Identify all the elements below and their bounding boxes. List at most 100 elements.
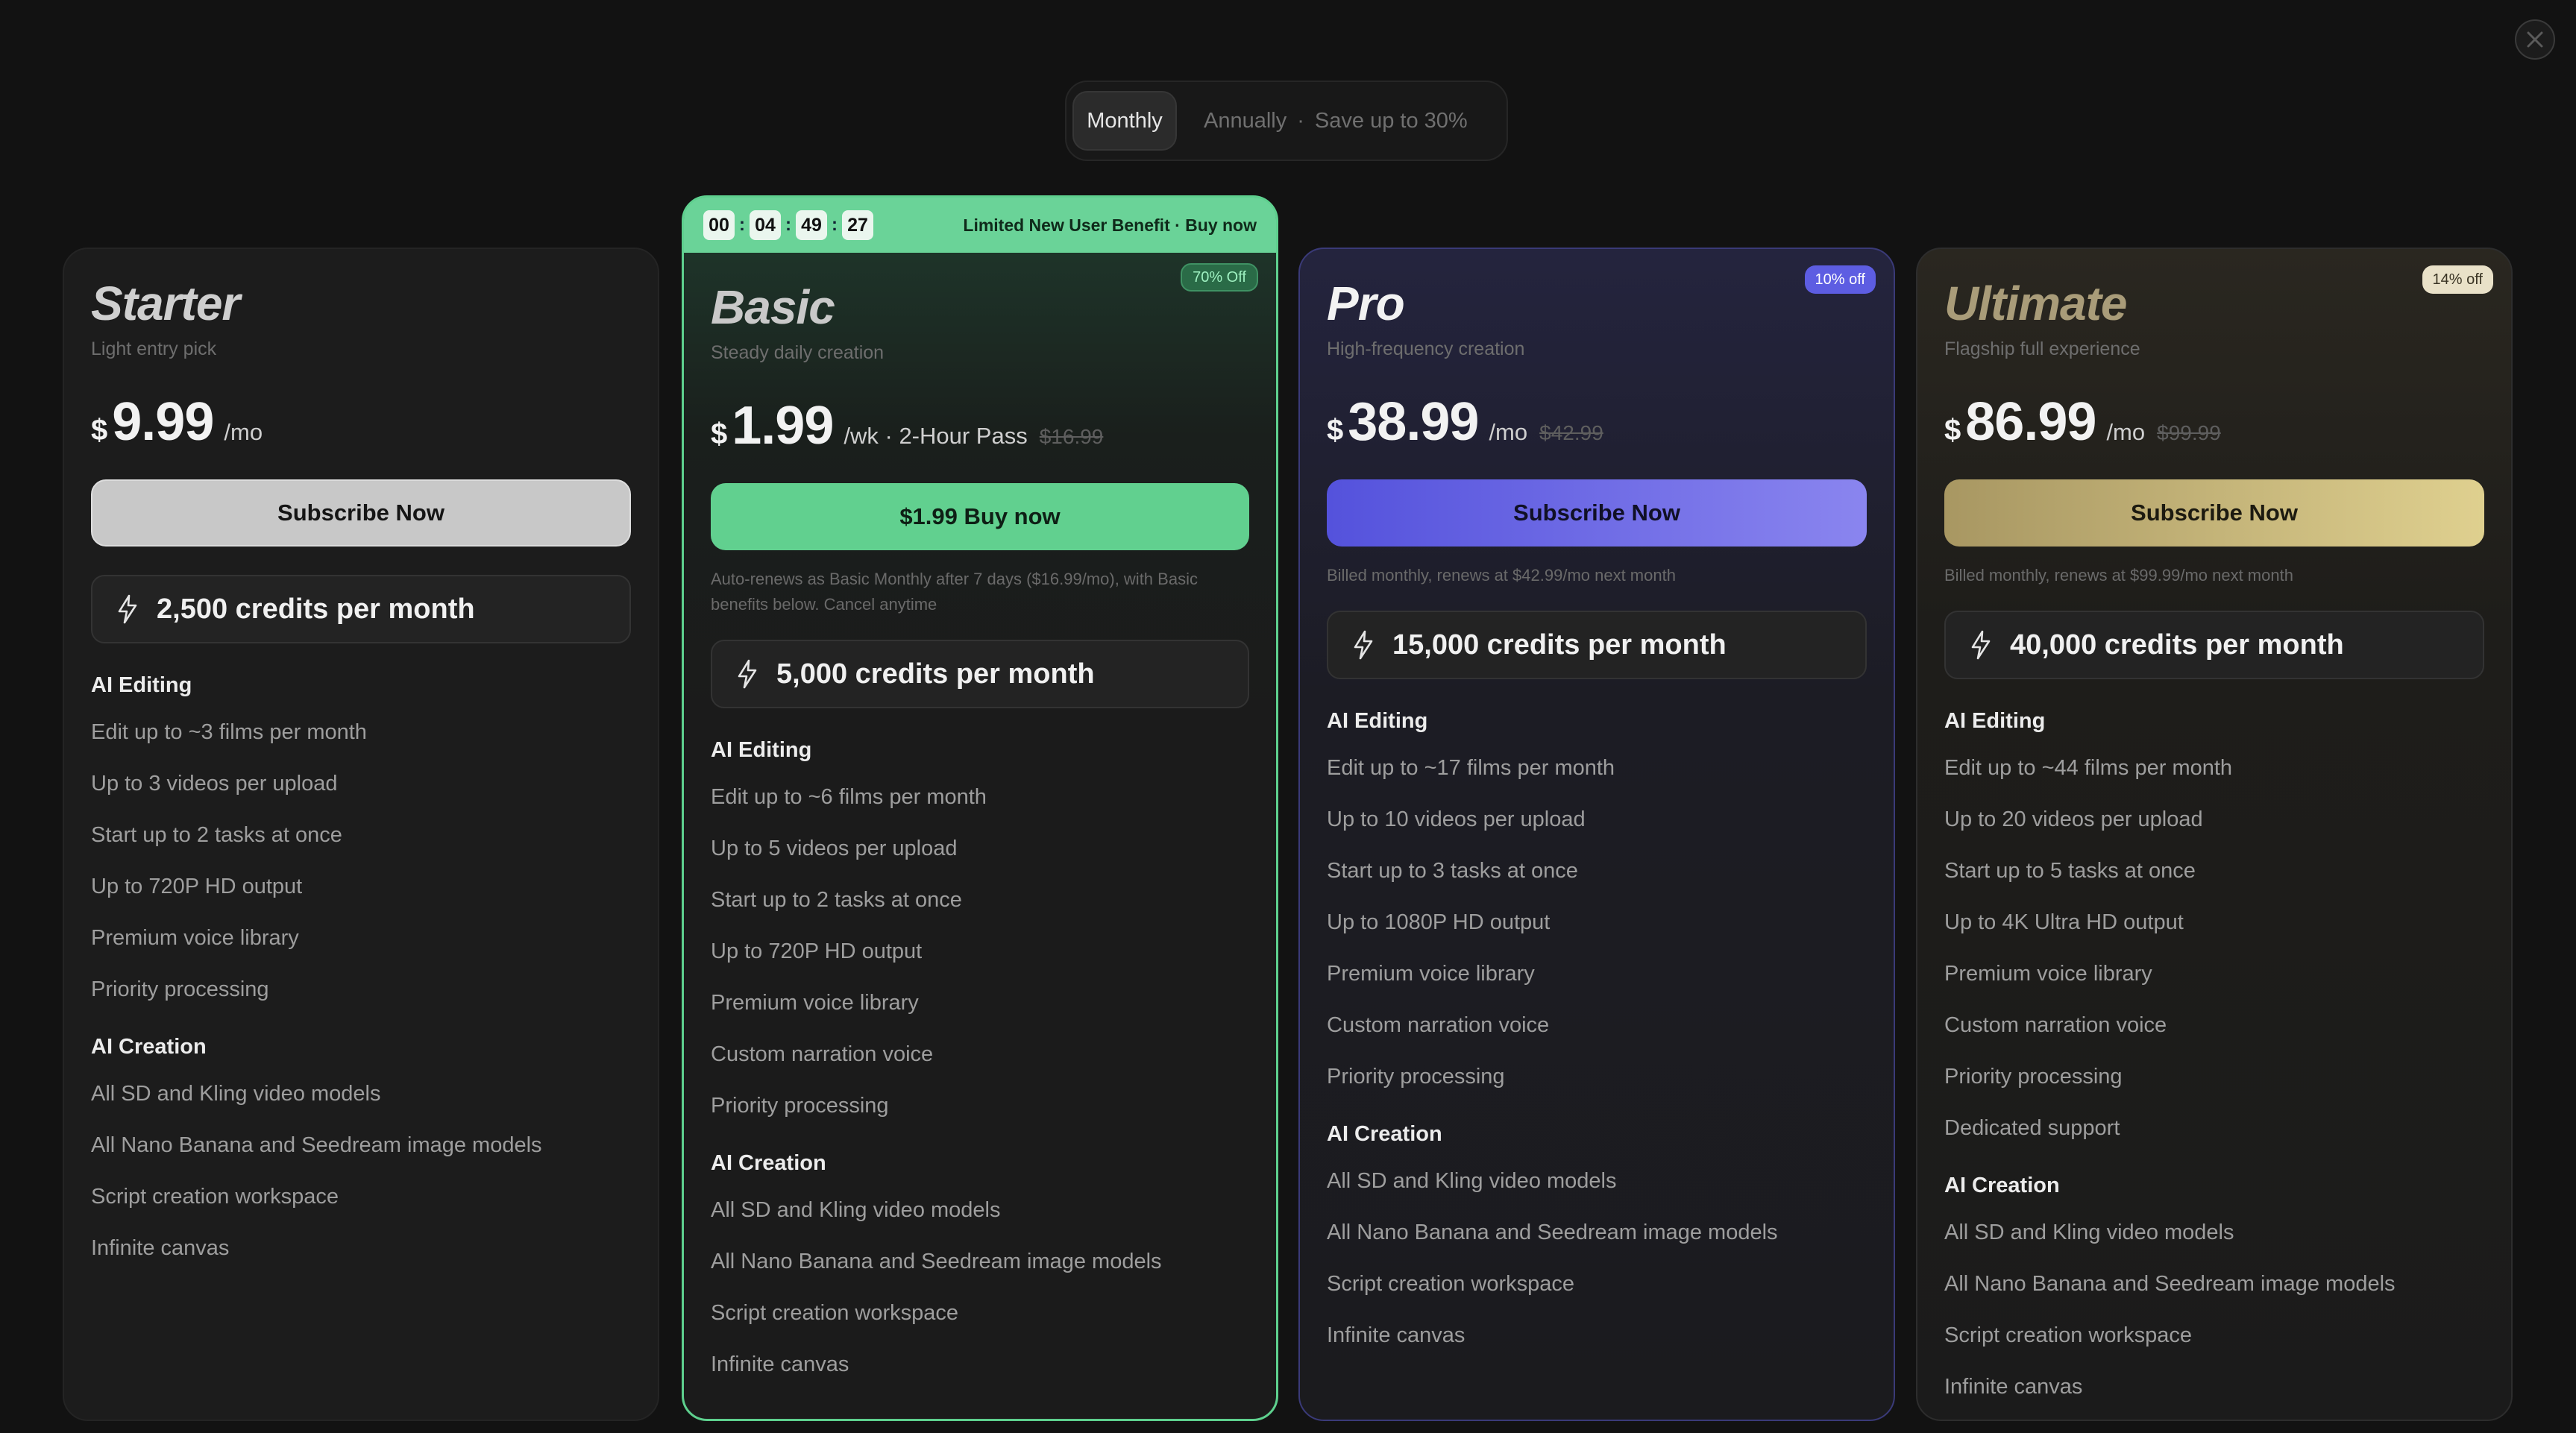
price-row: $ 86.99 /mo $99.99 bbox=[1944, 391, 2484, 453]
timer-separator: : bbox=[739, 215, 745, 235]
price-amount: 1.99 bbox=[732, 396, 834, 456]
feature-item: Priority processing bbox=[1327, 1065, 1505, 1089]
feature-item: Edit up to ~3 films per month bbox=[91, 720, 367, 744]
credits-label: 5,000 credits per month bbox=[776, 658, 1095, 690]
currency-symbol: $ bbox=[91, 414, 108, 447]
plan-subtitle: Steady daily creation bbox=[711, 342, 885, 363]
feature-item: All SD and Kling video models bbox=[91, 1082, 381, 1106]
feature-item: Infinite canvas bbox=[91, 1236, 230, 1260]
feature-item: Edit up to ~6 films per month bbox=[711, 785, 987, 809]
promo-banner[interactable]: 00 : 04 : 49 : 27 Limited New User Benef… bbox=[684, 198, 1276, 253]
subscribe-button[interactable]: Subscribe Now bbox=[1944, 479, 2484, 547]
feature-item: Infinite canvas bbox=[1944, 1375, 2083, 1399]
feature-item: Infinite canvas bbox=[1327, 1323, 1466, 1347]
price-period: /wk · 2-Hour Pass bbox=[844, 423, 1028, 449]
save-label: Save up to 30% bbox=[1314, 108, 1468, 133]
price-row: $ 38.99 /mo $42.99 bbox=[1327, 391, 1867, 453]
subscribe-button[interactable]: Subscribe Now bbox=[1327, 479, 1867, 547]
feature-item: Start up to 5 tasks at once bbox=[1944, 859, 2196, 883]
price-amount: 38.99 bbox=[1348, 392, 1479, 452]
currency-symbol: $ bbox=[1944, 414, 1961, 447]
countdown-timer: 00 : 04 : 49 : 27 bbox=[703, 210, 873, 240]
currency-symbol: $ bbox=[711, 418, 728, 450]
lightning-icon bbox=[1971, 630, 1991, 660]
renewal-note: Billed monthly, renews at $42.99/mo next… bbox=[1327, 566, 1676, 585]
plan-name: Basic bbox=[711, 280, 835, 334]
feature-item: Premium voice library bbox=[1944, 962, 2152, 986]
section-heading-ai-editing: AI Editing bbox=[91, 673, 192, 697]
plan-name: Ultimate bbox=[1944, 277, 2128, 330]
price-amount: 9.99 bbox=[112, 392, 214, 452]
feature-item: Premium voice library bbox=[711, 991, 919, 1015]
plan-card-starter: Starter Light entry pick $ 9.99 /mo Subs… bbox=[63, 248, 659, 1421]
pricing-modal: Monthly Annually · Save up to 30% Starte… bbox=[0, 0, 2576, 1433]
feature-item: All Nano Banana and Seedream image model… bbox=[711, 1250, 1162, 1273]
annually-tab[interactable]: Annually · Save up to 30% bbox=[1204, 109, 1468, 133]
timer-days: 00 bbox=[703, 210, 735, 240]
credits-box: 15,000 credits per month bbox=[1327, 611, 1867, 679]
feature-item: Up to 1080P HD output bbox=[1327, 910, 1551, 934]
billing-toggle: Monthly Annually · Save up to 30% bbox=[1065, 81, 1508, 161]
feature-item: Premium voice library bbox=[91, 926, 299, 950]
subscribe-button[interactable]: Subscribe Now bbox=[91, 479, 631, 547]
credits-box: 2,500 credits per month bbox=[91, 575, 631, 643]
plan-name: Pro bbox=[1327, 277, 1405, 330]
section-heading-ai-creation: AI Creation bbox=[711, 1151, 826, 1175]
plan-subtitle: Flagship full experience bbox=[1944, 338, 2140, 359]
plan-name: Starter bbox=[91, 277, 240, 330]
feature-item: Up to 3 videos per upload bbox=[91, 772, 338, 796]
plan-subtitle: High-frequency creation bbox=[1327, 338, 1525, 359]
feature-item: Start up to 2 tasks at once bbox=[711, 888, 962, 912]
timer-minutes: 49 bbox=[796, 210, 827, 240]
feature-item: Custom narration voice bbox=[1327, 1013, 1550, 1037]
feature-item: Priority processing bbox=[711, 1094, 889, 1118]
section-heading-ai-creation: AI Creation bbox=[1944, 1174, 2060, 1197]
feature-item: Start up to 3 tasks at once bbox=[1327, 859, 1578, 883]
feature-item: Up to 720P HD output bbox=[711, 939, 923, 963]
price-period: /mo bbox=[224, 419, 263, 445]
feature-item: Up to 20 videos per upload bbox=[1944, 807, 2203, 831]
original-price: $99.99 bbox=[2157, 421, 2221, 444]
plan-card-ultimate: 14% off Ultimate Flagship full experienc… bbox=[1916, 248, 2513, 1421]
feature-item: Edit up to ~44 films per month bbox=[1944, 756, 2233, 780]
feature-item: All Nano Banana and Seedream image model… bbox=[1944, 1272, 2396, 1296]
lightning-icon bbox=[118, 594, 137, 624]
feature-item: Script creation workspace bbox=[1944, 1323, 2193, 1347]
feature-item: Dedicated support bbox=[1944, 1116, 2120, 1140]
buy-now-button[interactable]: $1.99 Buy now bbox=[711, 483, 1249, 550]
timer-hours: 04 bbox=[750, 210, 781, 240]
feature-item: Up to 5 videos per upload bbox=[711, 837, 958, 860]
feature-item: Up to 720P HD output bbox=[91, 875, 303, 898]
feature-item: All SD and Kling video models bbox=[1327, 1169, 1617, 1193]
price-row: $ 9.99 /mo bbox=[91, 391, 631, 453]
feature-item: Priority processing bbox=[1944, 1065, 2123, 1089]
promo-text[interactable]: Limited New User Benefit · Buy now bbox=[963, 215, 1257, 236]
price-period: /mo bbox=[2106, 419, 2146, 445]
annually-label: Annually bbox=[1204, 108, 1287, 133]
timer-separator: : bbox=[832, 215, 838, 235]
section-heading-ai-editing: AI Editing bbox=[1944, 709, 2046, 733]
currency-symbol: $ bbox=[1327, 414, 1344, 447]
feature-item: Infinite canvas bbox=[711, 1352, 849, 1376]
plan-card-basic: 00 : 04 : 49 : 27 Limited New User Benef… bbox=[682, 195, 1278, 1421]
credits-label: 2,500 credits per month bbox=[157, 593, 475, 625]
discount-badge: 10% off bbox=[1804, 265, 1876, 294]
monthly-tab[interactable]: Monthly bbox=[1072, 91, 1177, 151]
renewal-note: Billed monthly, renews at $99.99/mo next… bbox=[1944, 566, 2293, 585]
section-heading-ai-editing: AI Editing bbox=[1327, 709, 1428, 733]
lightning-icon bbox=[738, 659, 757, 689]
feature-item: Premium voice library bbox=[1327, 962, 1535, 986]
timer-seconds: 27 bbox=[842, 210, 873, 240]
close-button[interactable] bbox=[2515, 19, 2555, 60]
feature-item: All Nano Banana and Seedream image model… bbox=[1327, 1221, 1778, 1244]
timer-separator: : bbox=[785, 215, 791, 235]
feature-item: Up to 10 videos per upload bbox=[1327, 807, 1586, 831]
original-price: $42.99 bbox=[1539, 421, 1603, 444]
feature-item: Edit up to ~17 films per month bbox=[1327, 756, 1615, 780]
original-price: $16.99 bbox=[1039, 425, 1104, 448]
feature-item: Custom narration voice bbox=[711, 1042, 934, 1066]
credits-label: 15,000 credits per month bbox=[1392, 629, 1727, 661]
credits-label: 40,000 credits per month bbox=[2010, 629, 2344, 661]
feature-item: All SD and Kling video models bbox=[711, 1198, 1001, 1222]
feature-item: Script creation workspace bbox=[711, 1301, 959, 1325]
